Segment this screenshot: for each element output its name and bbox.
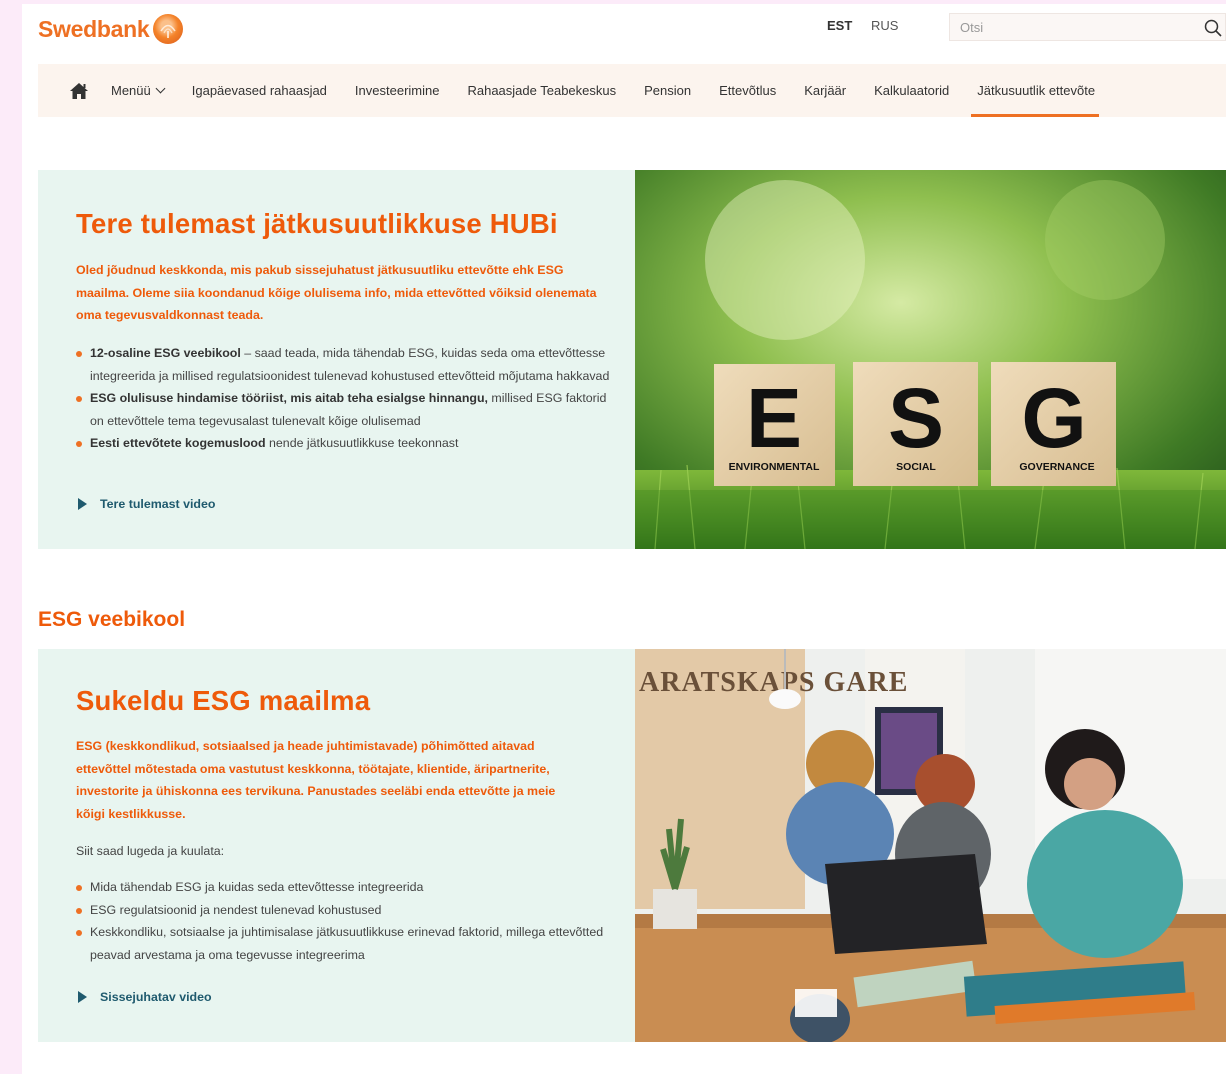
language-est-link[interactable]: EST	[827, 18, 852, 33]
bullet-bold: Eesti ettevõtete kogemuslood	[90, 436, 266, 450]
list-item: ESG olulisuse hindamise tööriist, mis ai…	[76, 387, 616, 432]
bullet-bold: ESG olulisuse hindamise tööriist, mis ai…	[90, 391, 488, 405]
list-item: Keskkondliku, sotsiaalse ja juhtimisalas…	[76, 921, 616, 966]
nav-item-investeerimine[interactable]: Investeerimine	[355, 64, 440, 117]
esg-world-title: Sukeldu ESG maailma	[76, 685, 371, 716]
logo-text: Swedbank	[38, 15, 150, 42]
nav-item-pension[interactable]: Pension	[644, 64, 691, 117]
welcome-video-link[interactable]: Tere tulemast video	[78, 497, 215, 511]
office-people-image: ARATSKAPS GARE	[635, 649, 1226, 1042]
nav-item-karjaar[interactable]: Karjäär	[804, 64, 846, 117]
esg-world-panel: Sukeldu ESG maailma ESG (keskkondlikud, …	[38, 649, 636, 1042]
nav-item-rahaasjade-teabekeskus[interactable]: Rahaasjade Teabekeskus	[467, 64, 616, 117]
office-meeting-illustration: ARATSKAPS GARE	[635, 649, 1226, 1042]
play-icon	[78, 991, 87, 1003]
esg-letter-s: S	[888, 371, 944, 465]
welcome-bullet-list: 12-osaline ESG veebikool – saad teada, m…	[76, 342, 616, 455]
esg-world-bullet-list: Mida tähendab ESG ja kuidas seda ettevõt…	[76, 876, 616, 966]
main-nav: Menüü Igapäevased rahaasjad Investeerimi…	[38, 64, 1226, 117]
esg-caption-social: SOCIAL	[896, 461, 936, 473]
esg-blocks-illustration: E S G ENVIRONMENTAL SOCIAL GOVERNANCE	[635, 170, 1226, 549]
chevron-down-icon	[155, 83, 166, 94]
list-item: 12-osaline ESG veebikool – saad teada, m…	[76, 342, 616, 387]
bullet-text: nende jätkusuutlikkuse teekonnast	[265, 436, 459, 450]
list-item: ESG regulatsioonid ja nendest tulenevad …	[76, 899, 616, 922]
home-icon[interactable]	[69, 82, 89, 100]
welcome-panel: Tere tulemast jätkusuutlikkuse HUBi Oled…	[38, 170, 636, 549]
bullet-bold: 12-osaline ESG veebikool	[90, 346, 241, 360]
play-icon	[78, 498, 87, 510]
intro-video-link[interactable]: Sissejuhatav video	[78, 990, 212, 1004]
esg-world-intro: Siit saad lugeda ja kuulata:	[76, 844, 225, 858]
nav-menu-label: Menüü	[111, 83, 151, 98]
esg-caption-environmental: ENVIRONMENTAL	[729, 461, 820, 473]
search-box	[949, 13, 1226, 41]
nav-item-kalkulaatorid[interactable]: Kalkulaatorid	[874, 64, 949, 117]
logo-oak-icon	[153, 14, 184, 44]
swedbank-logo[interactable]: Swedbank	[38, 14, 184, 44]
esg-letter-e: E	[746, 371, 802, 465]
search-icon[interactable]	[1203, 18, 1223, 38]
list-item: Mida tähendab ESG ja kuidas seda ettevõt…	[76, 876, 616, 899]
esg-letter-g: G	[1021, 371, 1086, 465]
list-item: Eesti ettevõtete kogemuslood nende jätku…	[76, 432, 616, 455]
nav-item-ettevotlus[interactable]: Ettevõtlus	[719, 64, 776, 117]
video-link-label: Sissejuhatav video	[100, 990, 212, 1004]
esg-world-lead: ESG (keskkondlikud, sotsiaalsed ja heade…	[76, 739, 556, 821]
video-link-label: Tere tulemast video	[100, 497, 216, 511]
nav-item-igapaevased-rahaasjad[interactable]: Igapäevased rahaasjad	[192, 64, 327, 117]
esg-webschool-heading: ESG veebikool	[38, 608, 186, 631]
language-rus-link[interactable]: RUS	[871, 18, 898, 33]
esg-blocks-image: E S G ENVIRONMENTAL SOCIAL GOVERNANCE	[635, 170, 1226, 549]
welcome-lead: Oled jõudnud keskkonda, mis pakub sissej…	[76, 263, 597, 322]
page: Swedbank EST RUS Menüü Igapäevased rahaa…	[22, 4, 1226, 1074]
nav-item-jatkusuutlik-ettevote[interactable]: Jätkusuutlik ettevõte	[971, 64, 1099, 117]
nav-menu-dropdown[interactable]: Menüü	[111, 64, 166, 117]
welcome-title: Tere tulemast jätkusuutlikkuse HUBi	[76, 208, 558, 239]
esg-caption-governance: GOVERNANCE	[1019, 461, 1094, 473]
search-input[interactable]	[960, 19, 1190, 35]
